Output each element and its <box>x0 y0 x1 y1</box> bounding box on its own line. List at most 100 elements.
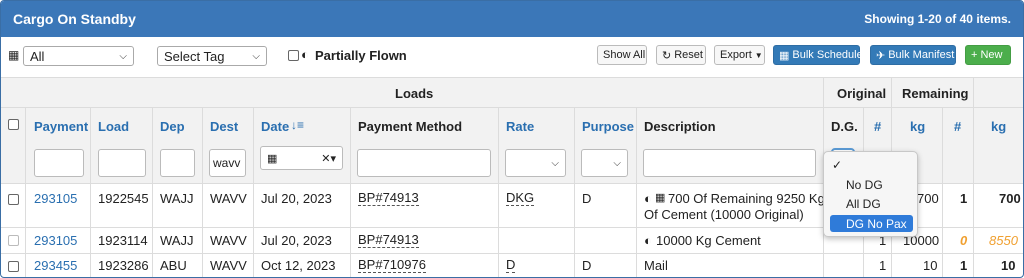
filter-select-value: All <box>30 48 45 64</box>
group-remaining: Remaining <box>902 86 969 101</box>
group-loads: Loads <box>395 86 434 101</box>
col-original-count[interactable]: # <box>874 119 881 134</box>
sort-desc-icon: ↓≡ <box>291 118 305 132</box>
bulk-manifest-button[interactable]: ✈ Bulk Manifest <box>870 45 956 65</box>
reset-icon: ↻ <box>662 49 672 62</box>
show-all-button[interactable]: Show All <box>597 45 647 65</box>
bulk-schedule-label: Bulk Schedule <box>792 49 863 61</box>
row-payment-method[interactable]: BP#710976 <box>358 258 426 273</box>
new-label: New <box>980 49 1003 61</box>
plane-icon: ✈ <box>876 49 886 62</box>
row-original-kg: 700 <box>917 191 939 206</box>
row-remaining-count: 1 <box>960 191 968 206</box>
clear-dropdown-icon[interactable]: ✕▾ <box>321 152 336 165</box>
calendar-icon: ▦ <box>655 192 666 204</box>
reset-button[interactable]: ↻ Reset <box>656 45 706 65</box>
filter-dep-input[interactable] <box>160 149 195 177</box>
toolbar: ▦ All ⌵ Select Tag ⌵ ◐ Partially Flown S… <box>1 37 1023 77</box>
col-original-kg[interactable]: kg <box>910 119 925 134</box>
dg-filter-dropdown: ✓ No DG All DG DG No Pax <box>823 151 918 237</box>
row-checkbox[interactable] <box>8 194 19 205</box>
chevron-down-icon: ⌵ <box>119 50 127 62</box>
col-remaining-kg[interactable]: kg <box>991 119 1006 134</box>
filter-dest-input[interactable]: wavv <box>209 149 246 177</box>
row-rate[interactable]: D <box>506 258 516 273</box>
partially-flown-checkbox[interactable] <box>288 50 299 61</box>
col-dep[interactable]: Dep <box>160 119 185 134</box>
row-remaining-count: 1 <box>960 258 968 273</box>
dg-option-all-dg[interactable]: All DG <box>830 195 913 212</box>
row-dest: WAVV <box>210 233 247 248</box>
group-original: Original <box>837 86 887 101</box>
col-payment-method: Payment Method <box>358 119 463 134</box>
row-checkbox[interactable] <box>8 235 19 246</box>
row-payment-link[interactable]: 293105 <box>34 191 77 206</box>
row-dep: WAJJ <box>160 191 194 206</box>
bulk-schedule-button[interactable]: ▦ Bulk Schedule <box>773 45 863 65</box>
bulk-manifest-label: Bulk Manifest <box>888 49 955 61</box>
filter-load-input[interactable] <box>98 149 146 177</box>
row-description: 10000 Kg Cement <box>656 233 761 248</box>
row-checkbox[interactable] <box>8 261 19 272</box>
col-dg: D.G. <box>831 119 858 134</box>
calendar-icon: ▦ <box>8 48 20 62</box>
row-load: 1922545 <box>98 191 149 206</box>
filter-payment-input[interactable] <box>34 149 84 177</box>
row-original-count: 1 <box>879 258 887 273</box>
partially-flown-label: Partially Flown <box>315 48 407 63</box>
row-original-kg: 10 <box>923 258 938 273</box>
export-label: Export <box>720 49 752 61</box>
row-payment-method[interactable]: BP#74913 <box>358 191 419 206</box>
col-load[interactable]: Load <box>98 119 129 134</box>
filter-dest-value: wavv <box>213 156 241 170</box>
cargo-panel: Cargo On Standby Showing 1-20 of 40 item… <box>0 0 1024 278</box>
row-date: Jul 20, 2023 <box>261 191 332 206</box>
row-purpose: D <box>582 191 592 206</box>
filter-select[interactable]: All ⌵ <box>23 46 134 66</box>
filter-description-input[interactable] <box>643 149 816 177</box>
filter-payment-method-input[interactable] <box>357 149 491 177</box>
row-description: 700 Of Remaining 9250 Kg <box>668 191 825 206</box>
new-button[interactable]: + New <box>965 45 1011 65</box>
calendar-icon: ▦ <box>779 49 790 62</box>
half-circle-icon: ◐ <box>644 191 652 206</box>
half-circle-icon: ◐ <box>644 233 652 248</box>
row-dest: WAVV <box>210 191 247 206</box>
row-dep: ABU <box>160 258 187 273</box>
row-payment-link[interactable]: 293105 <box>34 233 77 248</box>
col-payment[interactable]: Payment <box>34 119 88 134</box>
caret-down-icon: ▼ <box>754 50 763 60</box>
select-all-checkbox[interactable] <box>8 119 19 130</box>
row-payment-method[interactable]: BP#74913 <box>358 233 419 248</box>
chevron-down-icon: ⌵ <box>252 50 260 62</box>
item-count-summary: Showing 1-20 of 40 items. <box>864 12 1011 26</box>
row-remaining-kg: 8550 <box>989 233 1018 248</box>
col-dest[interactable]: Dest <box>210 119 238 134</box>
row-description: Mail <box>644 258 668 273</box>
col-rate[interactable]: Rate <box>506 119 534 134</box>
page-title: Cargo On Standby <box>13 11 136 27</box>
row-load: 1923114 <box>98 233 148 248</box>
tag-select-value: Select Tag <box>164 48 225 64</box>
checkmark-icon: ✓ <box>832 158 843 172</box>
filter-rate-select[interactable]: ⌵ <box>505 149 566 177</box>
col-remaining-count[interactable]: # <box>954 119 961 134</box>
filter-date-picker[interactable]: ▦ ✕▾ <box>260 146 343 170</box>
row-date: Jul 20, 2023 <box>261 233 332 248</box>
col-purpose[interactable]: Purpose <box>582 119 634 134</box>
col-date[interactable]: Date <box>261 119 289 134</box>
row-description-line2: Of Cement (10000 Original) <box>644 207 804 222</box>
export-button[interactable]: Export ▼ <box>714 45 765 65</box>
row-dep: WAJJ <box>160 233 194 248</box>
filter-purpose-select[interactable]: ⌵ <box>581 149 628 177</box>
row-remaining-kg: 10 <box>1001 258 1016 273</box>
tag-select[interactable]: Select Tag ⌵ <box>157 46 267 66</box>
row-rate[interactable]: DKG <box>506 191 535 206</box>
chevron-down-icon: ⌵ <box>551 157 559 169</box>
row-payment-link[interactable]: 293455 <box>34 258 77 273</box>
dg-option-dg-no-pax[interactable]: DG No Pax <box>830 215 913 232</box>
row-remaining-kg: 700 <box>999 191 1021 206</box>
row-dest: WAVV <box>210 258 247 273</box>
half-circle-icon: ◐ <box>301 47 309 62</box>
dg-option-no-dg[interactable]: No DG <box>830 176 913 193</box>
